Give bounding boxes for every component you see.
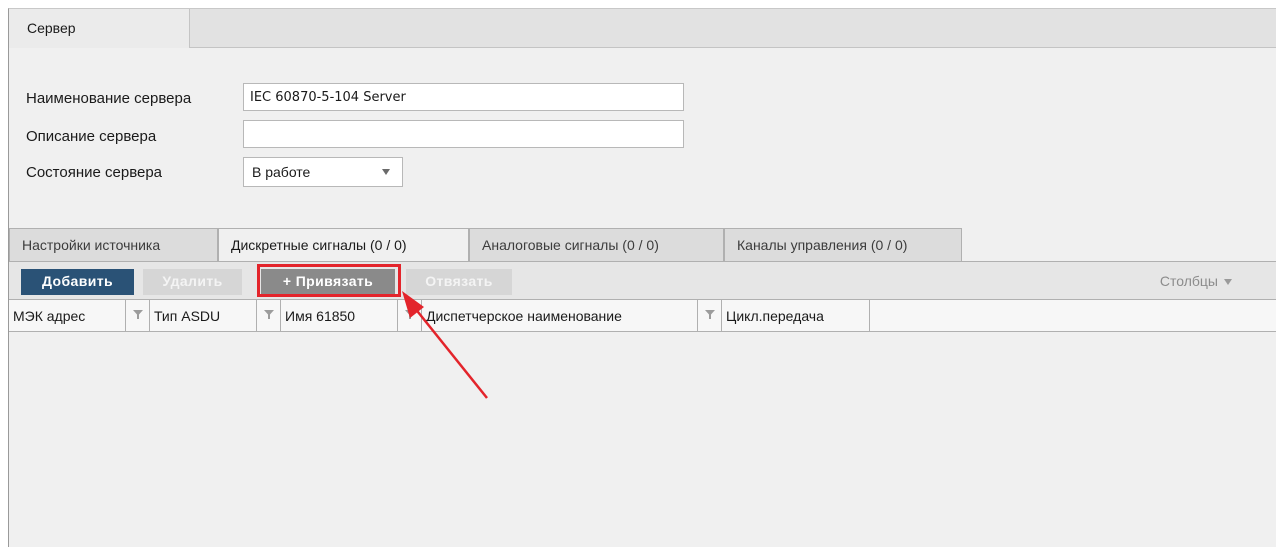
unbind-button[interactable]: Отвязать — [406, 269, 512, 295]
chevron-down-icon — [1224, 279, 1232, 286]
server-state-label: Состояние сервера — [26, 164, 163, 181]
columns-menu[interactable]: Столбцы — [1160, 273, 1232, 289]
server-name-input[interactable] — [243, 83, 684, 111]
delete-button[interactable]: Удалить — [143, 269, 242, 295]
chevron-down-icon — [382, 169, 390, 175]
column-header-asdu-type[interactable]: Тип ASDU — [150, 300, 257, 331]
tab-server[interactable]: Сервер — [9, 9, 190, 48]
tab-label: Дискретные сигналы (0 / 0) — [231, 237, 407, 253]
server-description-label: Описание сервера — [26, 128, 157, 145]
tab-label: Каналы управления (0 / 0) — [737, 237, 908, 253]
tab-discrete-signals[interactable]: Дискретные сигналы (0 / 0) — [218, 228, 469, 262]
server-panel: Сервер Наименование сервера Описание сер… — [8, 8, 1276, 547]
tab-analog-signals[interactable]: Аналоговые сигналы (0 / 0) — [469, 228, 724, 261]
column-header-label: Тип ASDU — [154, 308, 221, 324]
tab-control-channels[interactable]: Каналы управления (0 / 0) — [724, 228, 962, 261]
columns-menu-label: Столбцы — [1159, 273, 1218, 289]
tab-server-label: Сервер — [27, 20, 76, 36]
filter-icon[interactable] — [398, 300, 422, 331]
column-header-label: Диспетчерское наименование — [426, 308, 622, 324]
server-name-label: Наименование сервера — [26, 90, 192, 107]
column-header-label: МЭК адрес — [13, 308, 86, 324]
filter-icon[interactable] — [698, 300, 722, 331]
tab-label: Аналоговые сигналы (0 / 0) — [482, 237, 659, 253]
server-state-select[interactable]: В работе — [243, 157, 403, 187]
tab-label: Настройки источника — [22, 237, 161, 253]
tab-source-settings[interactable]: Настройки источника — [9, 228, 218, 261]
bind-button-highlight — [257, 264, 401, 297]
column-header-dispatch-name[interactable]: Диспетчерское наименование — [422, 300, 698, 331]
grid-body — [9, 332, 1276, 547]
add-button[interactable]: Добавить — [21, 269, 134, 295]
filter-icon[interactable] — [126, 300, 150, 331]
server-state-value: В работе — [252, 164, 311, 180]
column-header-label: Цикл.передача — [726, 308, 824, 324]
filter-icon[interactable] — [257, 300, 281, 331]
grid-header: МЭК адрес Тип ASDU Имя 61850 Диспетчерск… — [9, 299, 1276, 332]
server-description-input[interactable] — [243, 120, 684, 148]
column-header-cyclic-transfer[interactable]: Цикл.передача — [722, 300, 870, 331]
column-header-name-61850[interactable]: Имя 61850 — [281, 300, 398, 331]
signal-tabs: Настройки источника Дискретные сигналы (… — [9, 228, 1276, 262]
column-header-iec-address[interactable]: МЭК адрес — [9, 300, 126, 331]
column-header-label: Имя 61850 — [285, 308, 356, 324]
top-tab-bar: Сервер — [9, 9, 1276, 48]
toolbar: Добавить Удалить + Привязать Отвязать Ст… — [9, 261, 1276, 299]
